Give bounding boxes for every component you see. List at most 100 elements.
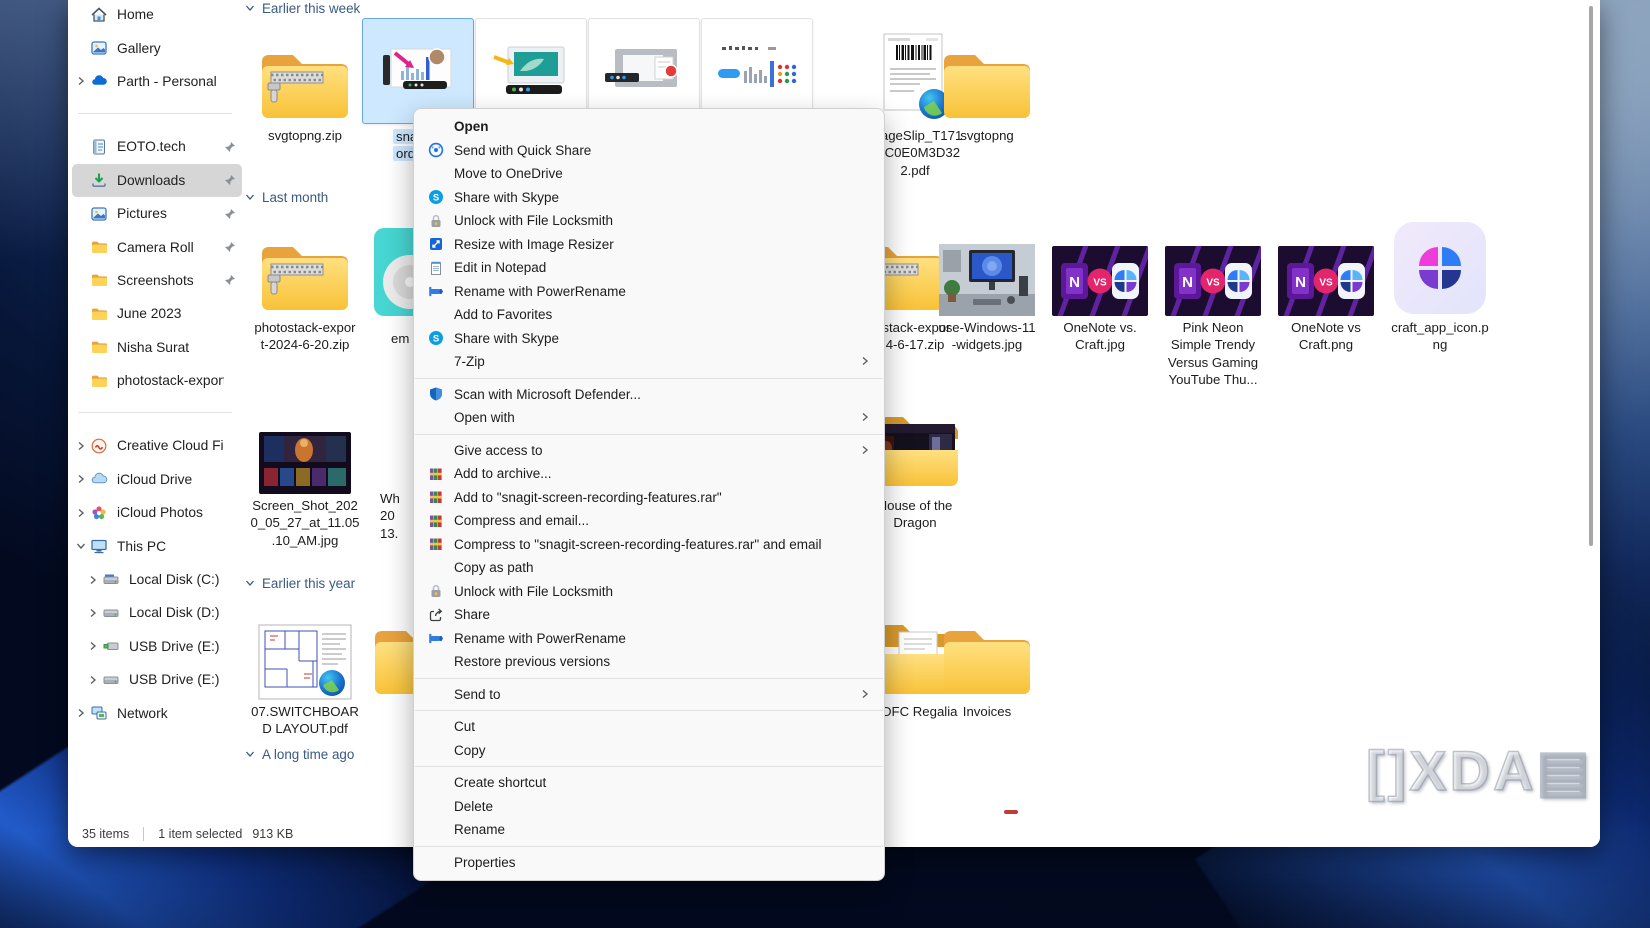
desktop: 35 items 1 item selected 913 KB Home Gall… — [0, 0, 1650, 928]
svg-text:VS: VS — [1319, 278, 1333, 289]
file-label-fragment-em-file: em — [391, 331, 410, 346]
menu-item-label: Share with Skype — [454, 330, 560, 346]
menu-item-add-to-snagit-screen-recording-features-rar[interactable]: Add to "snagit-screen-recording-features… — [414, 486, 884, 510]
menu-icon-spacer — [428, 854, 444, 870]
menu-item-copy-as-path[interactable]: Copy as path — [414, 556, 884, 580]
menu-item-unlock-with-file-locksmith[interactable]: Unlock with File Locksmith — [414, 580, 884, 604]
menu-item-rename[interactable]: Rename — [414, 818, 884, 842]
menu-item-rename-with-powerrename[interactable]: Rename with PowerRename — [414, 280, 884, 304]
menu-item-create-shortcut[interactable]: Create shortcut — [414, 771, 884, 795]
menu-item-add-to-archive[interactable]: Add to archive... — [414, 462, 884, 486]
menu-item-properties[interactable]: Properties — [414, 851, 884, 875]
zip-folder-icon — [255, 226, 355, 316]
file-label: use-Windows-11 -widgets.jpg — [938, 320, 1036, 353]
svg-text:S: S — [433, 193, 439, 204]
menu-item-delete[interactable]: Delete — [414, 795, 884, 819]
menu-icon-spacer — [428, 798, 444, 814]
menu-item-label: Open — [454, 119, 489, 135]
menu-icon-spacer — [428, 410, 444, 426]
file-item-onenote-vs-craft-jpg[interactable]: N VS OneNote vs. Craft.jpg — [1045, 226, 1155, 354]
locksmith-icon — [428, 213, 444, 229]
powerrename-icon — [428, 630, 444, 646]
menu-item-label: Move to OneDrive — [454, 166, 563, 182]
file-item-invoices[interactable]: Invoices — [932, 626, 1042, 720]
menu-icon-spacer — [428, 719, 444, 735]
vs-thumb-icon: N VS — [1278, 226, 1374, 316]
menu-item-send-to[interactable]: Send to — [414, 683, 884, 707]
section-chevron-icon — [245, 190, 255, 205]
file-label: 07.SWITCHBOAR D LAYOUT.pdf — [251, 704, 359, 737]
menu-item-label: Share — [454, 607, 491, 623]
submenu-chevron-icon — [860, 410, 870, 425]
file-item-svgtopng-zip[interactable]: svgtopng.zip — [250, 24, 360, 144]
file-item-use-windows-11-widgets-jpg[interactable]: use-Windows-11 -widgets.jpg — [932, 226, 1042, 354]
menu-icon-spacer — [428, 822, 444, 838]
notepad-icon — [428, 260, 444, 276]
file-item-svgtopng[interactable]: svgtopng — [932, 24, 1042, 144]
menu-item-compress-to-snagit-screen-recording-features-rar-and-email[interactable]: Compress to "snagit-screen-recording-fea… — [414, 533, 884, 557]
submenu-chevron-icon — [860, 354, 870, 369]
menu-item-give-access-to[interactable]: Give access to — [414, 439, 884, 463]
file-label: Pink Neon Simple Trendy Versus Gaming YouTu… — [1167, 320, 1259, 388]
cutoff-item-red[interactable] — [1004, 810, 1018, 814]
file-label: svgtopng — [960, 128, 1014, 143]
share-icon — [428, 607, 444, 623]
menu-item-unlock-with-file-locksmith[interactable]: Unlock with File Locksmith — [414, 209, 884, 233]
section-header-last-month[interactable]: Last month — [245, 190, 328, 205]
menu-item-label: Give access to — [454, 442, 543, 458]
menu-item-copy[interactable]: Copy — [414, 739, 884, 763]
section-header-label: A long time ago — [262, 747, 355, 762]
file-label: Screen_Shot_202 0_05_27_at_11.05.10_AM.jp… — [250, 498, 360, 548]
file-item-pink-neon-thumbnail[interactable]: N VS Pink Neon Simple Trendy Versus Gaming Yo… — [1158, 226, 1268, 389]
menu-item-add-to-favorites[interactable]: Add to Favorites — [414, 303, 884, 327]
menu-item-open-with[interactable]: Open with — [414, 406, 884, 430]
image-resizer-icon — [428, 236, 444, 252]
menu-item-share-with-skype[interactable]: S Share with Skype — [414, 327, 884, 351]
file-label: House of the Dragon — [877, 498, 953, 531]
zip-folder-icon — [255, 24, 355, 124]
folder-icon — [937, 24, 1037, 124]
menu-item-send-with-quick-share[interactable]: Send with Quick Share — [414, 139, 884, 163]
menu-item-rename-with-powerrename[interactable]: Rename with PowerRename — [414, 627, 884, 651]
menu-item-share-with-skype[interactable]: S Share with Skype — [414, 186, 884, 210]
menu-item-move-to-onedrive[interactable]: Move to OneDrive — [414, 162, 884, 186]
file-item-screen-shot-2020-05-27-jpg[interactable]: Screen_Shot_202 0_05_27_at_11.05.10_AM.jp… — [250, 430, 360, 549]
skype-icon: S — [428, 189, 444, 205]
menu-separator — [415, 766, 883, 767]
menu-item-label: Share with Skype — [454, 189, 560, 205]
menu-item-label: Add to "snagit-screen-recording-features… — [454, 489, 722, 505]
menu-item-label: Copy as path — [454, 560, 534, 576]
menu-item-7-zip[interactable]: 7-Zip — [414, 350, 884, 374]
section-header-a-long-time-ago[interactable]: A long time ago — [245, 747, 354, 762]
menu-item-compress-and-email[interactable]: Compress and email... — [414, 509, 884, 533]
section-header-label: Earlier this year — [262, 576, 356, 591]
menu-item-label: Properties — [454, 854, 516, 870]
file-label: craft_app_icon.p ng — [1391, 320, 1489, 353]
svg-text:S: S — [433, 334, 439, 345]
menu-item-cut[interactable]: Cut — [414, 715, 884, 739]
vs-thumb-icon: N VS — [1052, 226, 1148, 316]
section-chevron-icon — [245, 576, 255, 591]
file-label: Invoices — [962, 704, 1012, 719]
menu-item-open[interactable]: Open — [414, 115, 884, 139]
file-item-onenote-vs-craft-png[interactable]: N VS OneNote vs Craft.png — [1271, 226, 1381, 354]
file-item-craft-app-icon-png[interactable]: craft_app_icon.p ng — [1385, 222, 1495, 354]
menu-item-share[interactable]: Share — [414, 603, 884, 627]
svg-text:VS: VS — [1093, 278, 1107, 289]
menu-item-resize-with-image-resizer[interactable]: Resize with Image Resizer — [414, 233, 884, 257]
section-header-label: Earlier this week — [262, 1, 361, 16]
menu-item-edit-in-notepad[interactable]: Edit in Notepad — [414, 256, 884, 280]
menu-item-label: Scan with Microsoft Defender... — [454, 386, 641, 402]
menu-separator — [415, 710, 883, 711]
menu-item-scan-with-microsoft-defender[interactable]: Scan with Microsoft Defender... — [414, 383, 884, 407]
file-item-photostack-export-2024-6-20-zip[interactable]: photostack-expor t-2024-6-20.zip — [250, 226, 360, 354]
file-item-07-switchboard-layout-pdf[interactable]: 07.SWITCHBOAR D LAYOUT.pdf — [250, 624, 360, 738]
menu-item-label: Compress and email... — [454, 513, 590, 529]
section-chevron-icon — [245, 747, 255, 762]
menu-item-label: Rename — [454, 822, 506, 838]
section-header-earlier-this-week[interactable]: Earlier this week — [245, 1, 360, 16]
menu-item-label: Add to archive... — [454, 466, 552, 482]
menu-item-restore-previous-versions[interactable]: Restore previous versions — [414, 650, 884, 674]
skype-icon: S — [428, 330, 444, 346]
section-header-earlier-this-year[interactable]: Earlier this year — [245, 576, 355, 591]
